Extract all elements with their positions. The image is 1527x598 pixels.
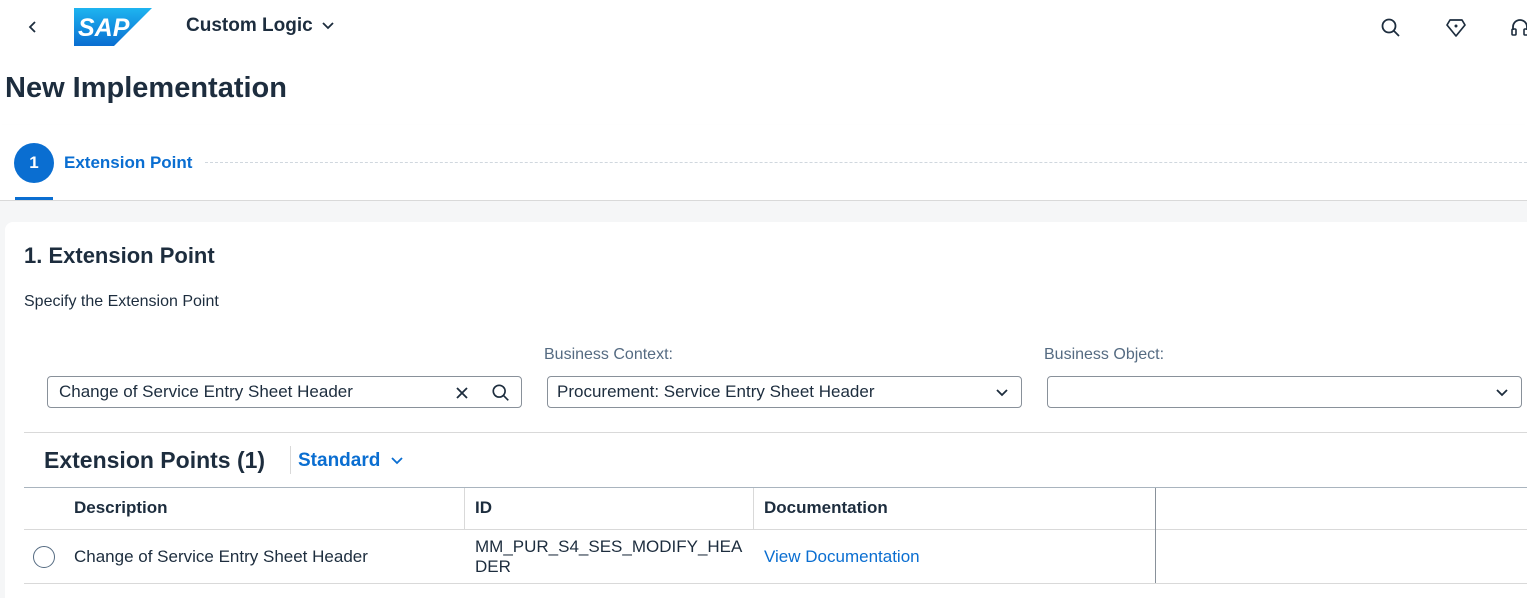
- column-header-documentation[interactable]: Documentation: [764, 498, 888, 518]
- step-card: [5, 222, 1527, 598]
- diamond-icon: [1446, 19, 1466, 37]
- variant-label: Standard: [298, 450, 381, 471]
- section-description: Specify the Extension Point: [24, 293, 219, 310]
- section-title: 1. Extension Point: [24, 243, 215, 268]
- view-documentation-link[interactable]: View Documentation: [764, 547, 920, 567]
- business-object-dropdown-button[interactable]: [1491, 382, 1513, 404]
- close-icon: [456, 387, 468, 399]
- joule-button[interactable]: [1441, 13, 1471, 43]
- wizard-progress-bar: 1 Extension Point: [0, 125, 1527, 201]
- search-button[interactable]: [1376, 13, 1406, 43]
- search-input[interactable]: Change of Service Entry Sheet Header: [47, 376, 522, 408]
- table-header-border: [24, 529, 1527, 530]
- headset-icon: [1511, 19, 1527, 36]
- search-submit-button[interactable]: [490, 382, 512, 404]
- row-id-line-1: MM_PUR_S4_SES_MODIFY_HEA: [475, 537, 743, 556]
- wizard-step-connector: [205, 162, 1527, 163]
- row-id: MM_PUR_S4_SES_MODIFY_HEA DER: [475, 537, 742, 577]
- table-right-border: [1155, 488, 1156, 583]
- back-button[interactable]: [18, 12, 48, 42]
- app-title-menu[interactable]: Custom Logic: [186, 15, 335, 37]
- shell-bar: SAP Custom Logic: [0, 0, 1527, 56]
- support-button[interactable]: [1505, 13, 1527, 43]
- search-icon: [492, 384, 509, 401]
- business-object-label: Business Object:: [1044, 346, 1165, 363]
- chevron-down-icon: [391, 457, 403, 465]
- column-separator: [753, 488, 754, 529]
- business-context-select[interactable]: Procurement: Service Entry Sheet Header: [547, 376, 1022, 408]
- column-header-description[interactable]: Description: [74, 498, 168, 518]
- wizard-step-label[interactable]: Extension Point: [64, 153, 192, 173]
- logo-text: SAP: [78, 14, 130, 42]
- clear-button[interactable]: [451, 382, 473, 404]
- variant-management[interactable]: Standard: [298, 450, 404, 472]
- page-title: New Implementation: [5, 72, 287, 104]
- column-separator: [464, 488, 465, 529]
- sap-logo[interactable]: SAP: [74, 8, 152, 46]
- table-title: Extension Points (1): [44, 447, 266, 473]
- business-context-value: Procurement: Service Entry Sheet Header: [557, 382, 875, 401]
- chevron-left-icon: [28, 21, 36, 33]
- column-header-id[interactable]: ID: [475, 498, 492, 518]
- row-select-radio[interactable]: [33, 546, 55, 568]
- business-object-select[interactable]: [1047, 376, 1522, 408]
- business-context-dropdown-button[interactable]: [991, 382, 1013, 404]
- toolbar-separator: [290, 446, 291, 474]
- wizard-step-1[interactable]: 1: [14, 143, 54, 183]
- app-title: Custom Logic: [186, 15, 313, 36]
- row-id-line-2: DER: [475, 557, 511, 576]
- wizard-active-indicator: [15, 197, 53, 200]
- chevron-down-icon: [1496, 389, 1508, 397]
- search-input-value: Change of Service Entry Sheet Header: [59, 382, 353, 401]
- filter-divider: [24, 432, 1527, 433]
- table-top-border: [24, 487, 1527, 488]
- row-description: Change of Service Entry Sheet Header: [74, 547, 368, 566]
- chevron-down-icon: [322, 22, 334, 30]
- table-bottom-border: [24, 583, 1527, 584]
- business-context-label: Business Context:: [544, 346, 673, 363]
- chevron-down-icon: [996, 389, 1008, 397]
- search-icon: [1381, 18, 1400, 37]
